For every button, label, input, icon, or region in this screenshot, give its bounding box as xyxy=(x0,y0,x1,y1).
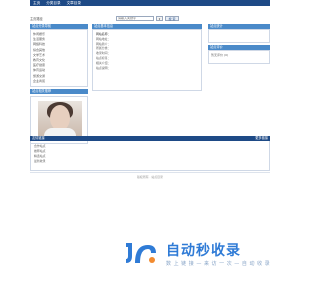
link-line[interactable]: 最新收录 xyxy=(34,159,266,164)
watermark: 自动秒收录 数 上 链 接 — 来 访 一 次 — 自 动 收 录 xyxy=(122,238,282,278)
nav-item-articles[interactable]: 文章目录 xyxy=(64,0,84,6)
category-item[interactable]: 企业商贸 xyxy=(33,79,85,84)
links-more[interactable]: 更多链接 xyxy=(255,136,268,141)
footer: 版权所有 · 站点目录 xyxy=(30,172,270,179)
links-title: 友情链接 xyxy=(32,136,45,140)
site-info-panel: 站点基本信息 网站名称： 网站地址： 网站简介： 所属分类： 收录时间： 站点标… xyxy=(92,24,202,91)
info-line: 站点说明： xyxy=(96,65,111,70)
nav-item-home[interactable]: 主页 xyxy=(30,0,43,6)
links-body: 合作站点 推荐站点 精选站点 最新收录 xyxy=(30,141,270,171)
rating-box: 暂无评价 (0) xyxy=(208,50,270,64)
site-path-label: 主页路径 xyxy=(30,16,43,21)
watermark-logo-icon xyxy=(126,243,156,263)
search-type-select[interactable]: ▾ xyxy=(156,15,163,21)
top-nav: 主页 分类目录 文章目录 xyxy=(30,0,270,6)
watermark-subtitle: 数 上 链 接 — 来 访 一 次 — 自 动 收 录 xyxy=(166,261,271,267)
nav-item-category[interactable]: 分类目录 xyxy=(43,0,63,6)
search-input[interactable] xyxy=(116,15,154,21)
stats-box xyxy=(208,29,270,43)
search-button[interactable]: 搜 索 xyxy=(165,15,179,21)
rating-text: 暂无评价 (0) xyxy=(211,53,229,57)
left-sidebar: 站点分类导航 休闲娱乐 生活服务 网络科技 综合其他 文学艺术 教育文化 医疗健… xyxy=(30,24,88,145)
watermark-title: 自动秒收录 xyxy=(166,243,241,259)
friend-links: 友情链接 更多链接 合作站点 推荐站点 精选站点 最新收录 xyxy=(30,136,270,171)
site-info-body: 网站名称： 网站地址： 网站简介： 所属分类： 收录时间： 站点标签： 相关介绍… xyxy=(92,29,202,91)
related-title: 站点相关推荐 xyxy=(30,89,88,95)
category-list: 休闲娱乐 生活服务 网络科技 综合其他 文学艺术 教育文化 医疗健康 体育运动 … xyxy=(30,29,88,88)
search-bar: 主页路径 ▾ 搜 索 xyxy=(30,14,270,22)
right-sidebar: 站点统计 站点评价 暂无评价 (0) xyxy=(208,24,270,66)
